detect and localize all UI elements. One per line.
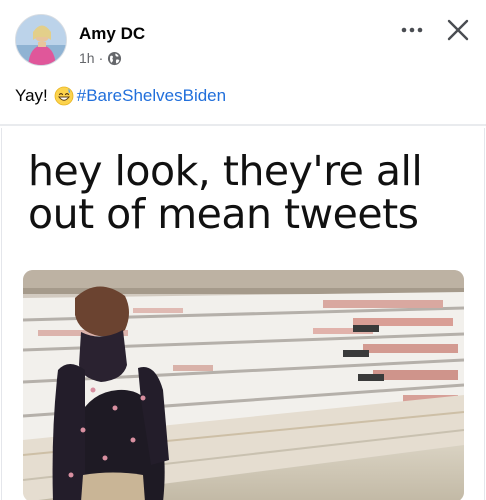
more-options-button[interactable] <box>396 16 428 44</box>
meme-caption-line: out of mean tweets <box>28 190 419 238</box>
post-meta: 1h · <box>79 50 122 66</box>
meme-image[interactable]: hey look, they're all out of mean tweets <box>1 128 485 500</box>
close-icon <box>447 19 469 41</box>
post-time[interactable]: 1h <box>79 50 95 66</box>
more-options-icon <box>401 27 423 33</box>
close-button[interactable] <box>440 12 476 48</box>
avatar-image <box>16 15 66 65</box>
store-shelves-photo <box>23 270 464 500</box>
meta-separator: · <box>98 50 104 66</box>
post-text: Yay! #BareShelvesBiden <box>15 86 226 106</box>
meme-caption-line: hey look, they're all <box>28 147 423 195</box>
post-header: Amy DC 1h · <box>0 0 486 85</box>
hashtag-link[interactable]: #BareShelvesBiden <box>77 86 226 106</box>
globe-icon <box>107 51 122 66</box>
divider <box>0 124 486 126</box>
post-text-prefix: Yay! <box>15 86 48 105</box>
grinning-sweat-emoji-icon <box>54 86 74 106</box>
avatar[interactable] <box>15 14 67 66</box>
meme-caption: hey look, they're all out of mean tweets <box>28 150 468 236</box>
author-name[interactable]: Amy DC <box>79 24 145 44</box>
